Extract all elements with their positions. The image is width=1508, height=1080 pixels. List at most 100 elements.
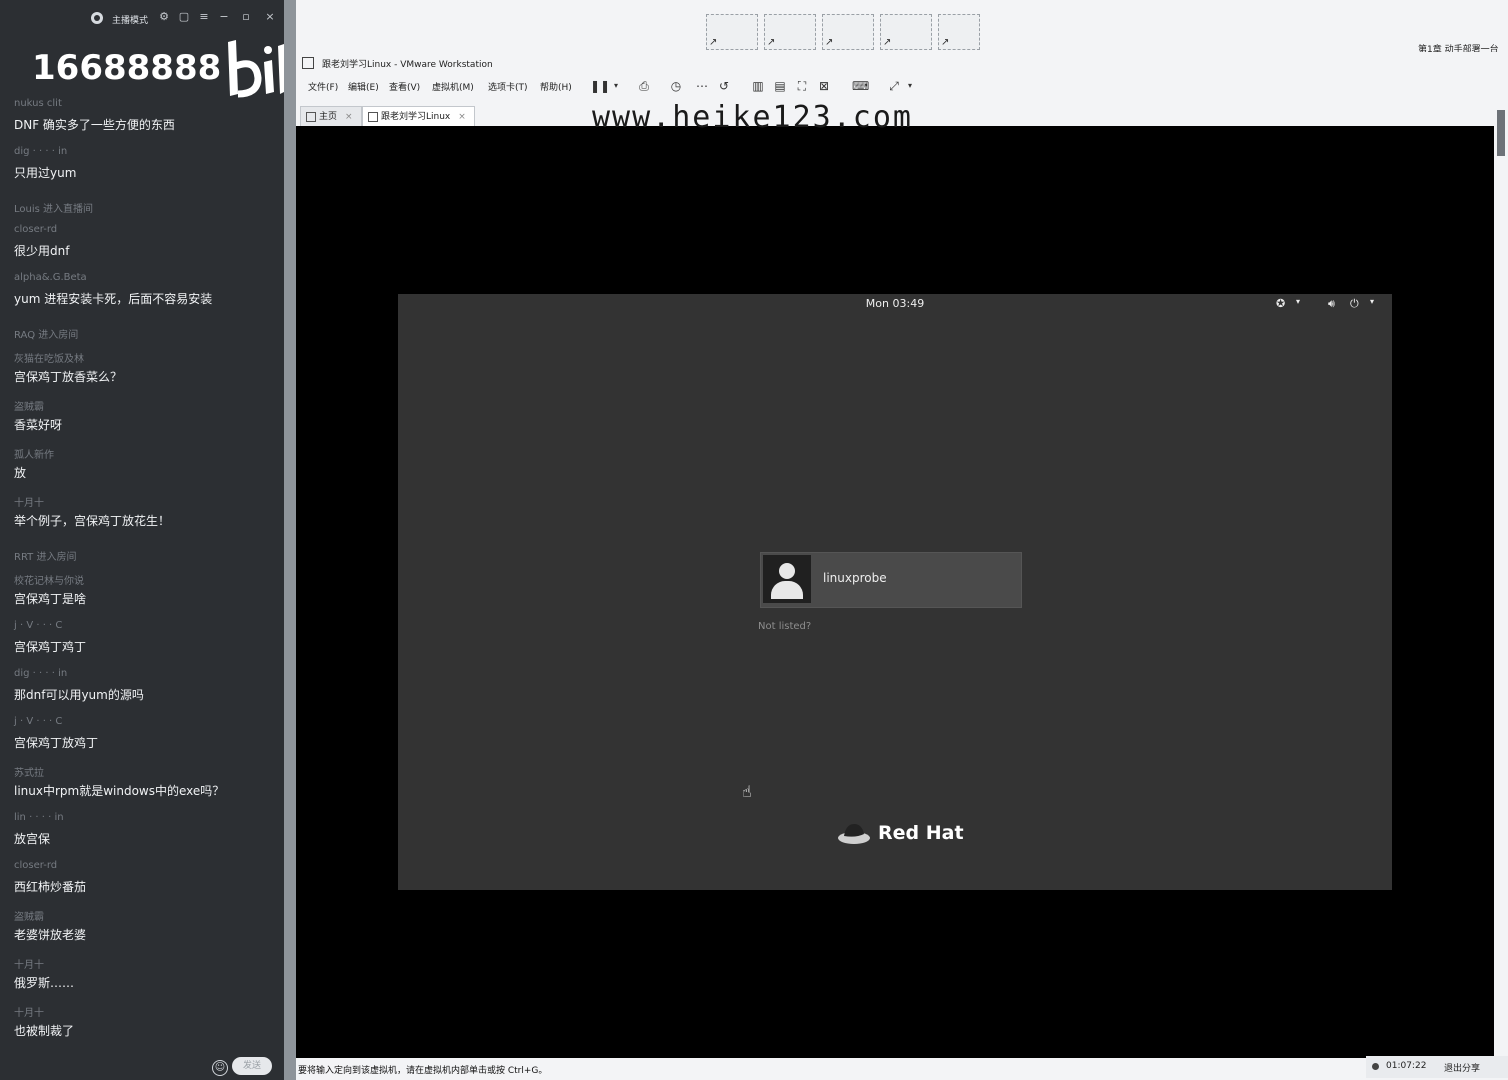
tab-vm[interactable]: 跟老刘学习Linux × xyxy=(362,106,475,127)
snap-slot[interactable]: ↗ xyxy=(880,14,932,50)
vm-display[interactable]: Mon 03:49 ✪ ▾ 🔊︎ ⏻ ▾ linuxprobe Not list… xyxy=(296,126,1494,1058)
revert-icon[interactable]: ↺ xyxy=(716,78,732,94)
accessibility-icon[interactable]: ✪ xyxy=(1276,297,1285,310)
chat-text: 老婆饼放老婆 xyxy=(14,928,87,942)
chat-username: closer-rd xyxy=(14,224,58,235)
clock[interactable]: Mon 03:49 xyxy=(398,297,1392,310)
scrollbar[interactable] xyxy=(1494,90,1508,1058)
snapshot-icon[interactable]: ◷ xyxy=(668,78,684,94)
close-icon[interactable]: × xyxy=(264,11,276,23)
chat-message: 盗贼霸 香菜好呀 xyxy=(14,398,276,446)
chat-message: alpha&.G.Beta yum 进程安装卡死，后面不容易安装 xyxy=(14,272,276,320)
window-icon[interactable]: ▢ xyxy=(178,11,190,23)
chat-username: closer-rd xyxy=(14,860,58,871)
chat-message: 十月十 也被制裁了 xyxy=(14,1004,276,1052)
snapshot-manager-icon[interactable]: ⋯ xyxy=(694,78,710,94)
menu-help[interactable]: 帮助(H) xyxy=(540,80,572,93)
chat-username: 灰猫在吃饭及林 xyxy=(14,354,84,365)
emoji-icon[interactable]: ☺ xyxy=(212,1060,228,1076)
tab-home[interactable]: 主页 × xyxy=(300,106,362,127)
chat-text: 放 xyxy=(14,466,27,480)
power-icon[interactable]: ⏻ xyxy=(1350,297,1359,311)
chat-message: dig · · · · in 那dnf可以用yum的源吗 xyxy=(14,668,276,716)
menu-file[interactable]: 文件(F) xyxy=(308,80,338,93)
chat-username: nukus clit xyxy=(14,98,62,109)
chat-enter-notice: RRT 进入房间 xyxy=(14,542,276,572)
chat-input-bar: ☺ 发送 xyxy=(0,1052,284,1080)
user-entry[interactable]: linuxprobe xyxy=(760,552,1022,608)
redhat-wordmark: Red Hat xyxy=(878,822,964,844)
sidebar-icon[interactable]: ▥ xyxy=(750,78,766,94)
chat-message: j · V · · · C 宫保鸡丁放鸡丁 xyxy=(14,716,276,764)
username: linuxprobe xyxy=(823,571,887,585)
snap-slot[interactable]: ↗ xyxy=(938,14,980,50)
vmware-window: ↗ ↗ ↗ ↗ ↗ 第1章 动手部署一台 − ▫ × 跟老刘学习Linux - … xyxy=(296,0,1508,1080)
chat-text: 宫保鸡丁放鸡丁 xyxy=(14,736,99,750)
record-dot-icon xyxy=(1372,1063,1379,1070)
unity-icon[interactable]: ⊠ xyxy=(816,78,832,94)
chat-text: 那dnf可以用yum的源吗 xyxy=(14,688,144,702)
chevron-down-icon[interactable]: ▾ xyxy=(902,78,918,94)
home-icon xyxy=(306,112,316,122)
vmware-icon xyxy=(302,57,314,69)
chat-message: closer-rd 西红柿炒番茄 xyxy=(14,860,276,908)
chat-text: 也被制裁了 xyxy=(14,1024,75,1038)
minimize-icon[interactable]: − xyxy=(218,11,230,23)
exit-share-button[interactable]: 退出分享 xyxy=(1444,1061,1480,1074)
avatar-head xyxy=(779,563,795,579)
pause-icon[interactable]: ❚❚ xyxy=(590,78,610,94)
chat-message: 校花记林与你说 宫保鸡丁是啥 xyxy=(14,572,276,620)
chat-username: 孤人新作 xyxy=(14,450,54,461)
chat-text: 举个例子，宫保鸡丁放花生！ xyxy=(14,514,171,528)
chevron-down-icon[interactable]: ▾ xyxy=(608,78,624,94)
stretch-icon[interactable]: ⤢ xyxy=(886,78,902,94)
close-icon[interactable]: × xyxy=(458,112,466,122)
send-button[interactable]: 发送 xyxy=(232,1057,272,1075)
scroll-thumb[interactable] xyxy=(1497,110,1505,156)
chat-username: dig · · · · in xyxy=(14,146,68,157)
menu-view[interactable]: 查看(V) xyxy=(389,80,420,93)
status-message: 要将输入定向到该虚拟机，请在虚拟机内部单击或按 Ctrl+G。 xyxy=(298,1066,548,1076)
chat-text: 宫保鸡丁鸡丁 xyxy=(14,640,87,654)
menu-edit[interactable]: 编辑(E) xyxy=(348,80,379,93)
volume-icon[interactable]: 🔊︎ xyxy=(1328,297,1335,311)
menu-tabs[interactable]: 选项卡(T) xyxy=(488,80,528,93)
vm-icon xyxy=(368,112,378,122)
chat-message: j · V · · · C 宫保鸡丁鸡丁 xyxy=(14,620,276,668)
chat-text: 放宫保 xyxy=(14,832,51,846)
chat-message: 盗贼霸 老婆饼放老婆 xyxy=(14,908,276,956)
site-watermark: www.heike123.com xyxy=(592,100,913,135)
chat-username: 盗贼霸 xyxy=(14,402,44,413)
anchor-avatar-icon xyxy=(91,12,103,24)
thumbnail-icon[interactable]: ▤ xyxy=(772,78,788,94)
avatar-body xyxy=(771,581,803,599)
menu-icon[interactable]: ≡ xyxy=(198,11,210,23)
console-icon[interactable]: ⌨ xyxy=(852,78,869,94)
chat-message: 十月十 俄罗斯…… xyxy=(14,956,276,1004)
chat-username: j · V · · · C xyxy=(14,716,63,727)
arrow-icon: ↗ xyxy=(941,37,950,48)
send-keys-icon[interactable]: ⎙ xyxy=(636,78,652,94)
snap-slot[interactable]: ↗ xyxy=(764,14,816,50)
chat-username: RAQ 进入房间 xyxy=(14,330,79,341)
share-timer: 01:07:22 xyxy=(1386,1061,1427,1071)
chat-topbar: 主播模式 ⚙ ▢ ≡ − ▫ × xyxy=(0,0,284,38)
chat-text: 宫保鸡丁放香菜么？ xyxy=(14,370,123,384)
tab-label: 跟老刘学习Linux xyxy=(381,112,451,122)
chat-message: 十月十 举个例子，宫保鸡丁放花生！ xyxy=(14,494,276,542)
menu-vm[interactable]: 虚拟机(M) xyxy=(432,80,474,93)
snap-slot[interactable]: ↗ xyxy=(822,14,874,50)
settings-icon[interactable]: ⚙ xyxy=(158,11,170,23)
close-icon[interactable]: × xyxy=(345,112,353,122)
chat-message-list: nukus clit DNF 确实多了一些方便的东西 dig · · · · in… xyxy=(14,98,276,1052)
chat-username: lin · · · · in xyxy=(14,812,64,823)
snap-layout-strip: ↗ ↗ ↗ ↗ ↗ xyxy=(706,14,986,50)
chevron-down-icon[interactable]: ▾ xyxy=(1370,297,1374,306)
snap-slot[interactable]: ↗ xyxy=(706,14,758,50)
restore-icon[interactable]: ▫ xyxy=(240,11,252,23)
window-title: 跟老刘学习Linux - VMware Workstation xyxy=(322,60,493,70)
chevron-down-icon[interactable]: ▾ xyxy=(1296,297,1300,306)
arrow-icon: ↗ xyxy=(825,37,834,48)
fullscreen-icon[interactable]: ⛶ xyxy=(794,78,810,94)
not-listed-link[interactable]: Not listed? xyxy=(758,621,811,632)
